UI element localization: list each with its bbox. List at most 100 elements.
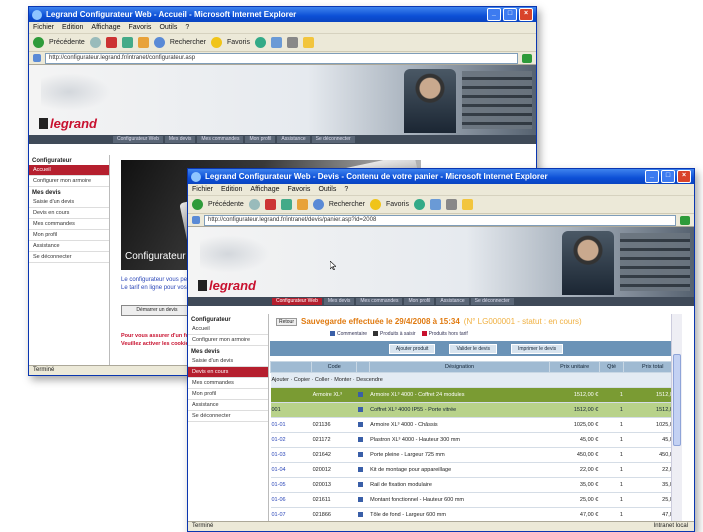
close-button[interactable]: ×: [519, 8, 533, 21]
sidebar-item-commandes[interactable]: Mes commandes: [29, 219, 109, 230]
sidebar-item-assistance[interactable]: Assistance: [29, 241, 109, 252]
nav-tab-logout[interactable]: Se déconnecter: [470, 298, 514, 305]
title-bar[interactable]: Legrand Configurateur Web - Devis - Cont…: [188, 169, 694, 184]
move-up-button[interactable]: Monter: [334, 377, 351, 383]
menu-edit[interactable]: Edition: [221, 186, 242, 193]
vertical-scrollbar[interactable]: [671, 314, 682, 522]
table-row[interactable]: 01-06 021611 Montant fonctionnel - Hauteur…: [270, 492, 682, 508]
menu-favorites[interactable]: Favoris: [287, 186, 310, 193]
mail-icon[interactable]: [270, 37, 282, 48]
nav-tab-commandes[interactable]: Mes commandes: [197, 136, 244, 143]
nav-tab-profil[interactable]: Mon profil: [404, 298, 435, 305]
forward-arrow-icon[interactable]: [248, 199, 260, 210]
row-ref[interactable]: 01-03: [270, 447, 312, 463]
back-arrow-icon[interactable]: [33, 37, 44, 48]
nav-tab-commandes[interactable]: Mes commandes: [356, 298, 403, 305]
nav-tab-assistance[interactable]: Assistance: [436, 298, 469, 305]
table-row[interactable]: 01-03 021642 Porte pleine - Largeur 725 mm…: [270, 447, 682, 463]
add-row-button[interactable]: Ajouter: [272, 377, 289, 383]
search-button[interactable]: Rechercher: [329, 201, 365, 208]
stop-icon[interactable]: [264, 199, 276, 210]
favorites-star-icon[interactable]: [211, 37, 222, 48]
close-button[interactable]: ×: [677, 170, 691, 183]
start-quote-button[interactable]: Démarrer un devis: [121, 305, 193, 316]
nav-tab-devis[interactable]: Mes devis: [164, 136, 196, 143]
search-icon[interactable]: [153, 37, 165, 48]
move-down-button[interactable]: Descendre: [356, 377, 383, 383]
folder-icon[interactable]: [302, 37, 314, 48]
sidebar-item-accueil[interactable]: Accueil: [29, 165, 109, 176]
favorites-star-icon[interactable]: [370, 199, 381, 210]
menu-help[interactable]: ?: [185, 24, 189, 31]
copy-row-button[interactable]: Copier: [294, 377, 310, 383]
folder-icon[interactable]: [461, 199, 473, 210]
row-ref[interactable]: 01-01: [270, 417, 312, 433]
back-button[interactable]: Précédente: [208, 201, 244, 208]
forward-arrow-icon[interactable]: [89, 37, 101, 48]
refresh-icon[interactable]: [121, 37, 133, 48]
row-ref[interactable]: 01-05: [270, 477, 312, 493]
favorites-button[interactable]: Favoris: [386, 201, 409, 208]
go-button[interactable]: [522, 53, 532, 63]
table-row[interactable]: 01-01 021136 Armoire XL³ 4000 - Châssis 102…: [270, 417, 682, 433]
table-row[interactable]: 01-04 020012 Kit de montage pour appareill…: [270, 462, 682, 478]
mail-icon[interactable]: [429, 199, 441, 210]
sidebar-item-profil[interactable]: Mon profil: [29, 230, 109, 241]
return-button[interactable]: Retour: [276, 317, 298, 326]
menu-tools[interactable]: Outils: [318, 186, 336, 193]
row-ref[interactable]: [270, 387, 312, 403]
search-button[interactable]: Rechercher: [170, 39, 206, 46]
menu-file[interactable]: Fichier: [33, 24, 54, 31]
maximize-button[interactable]: □: [503, 8, 517, 21]
history-icon[interactable]: [254, 37, 266, 48]
minimize-button[interactable]: _: [487, 8, 501, 21]
menu-view[interactable]: Affichage: [250, 186, 279, 193]
sidebar-item-encours[interactable]: Devis en cours: [29, 208, 109, 219]
address-input[interactable]: http://configurateur.legrand.fr/intranet…: [204, 214, 676, 226]
menu-file[interactable]: Fichier: [192, 186, 213, 193]
row-ref[interactable]: 01-02: [270, 432, 312, 448]
nav-tab-profil[interactable]: Mon profil: [245, 136, 276, 143]
stop-icon[interactable]: [105, 37, 117, 48]
nav-tab-configurateur[interactable]: Configurateur Web: [272, 298, 322, 305]
favorites-button[interactable]: Favoris: [227, 39, 250, 46]
table-row[interactable]: 001 Coffret XL³ 4000 IP55 - Porte vitrée 1…: [270, 402, 682, 418]
nav-tab-devis[interactable]: Mes devis: [323, 298, 355, 305]
table-row[interactable]: 01-02 021172 Plastron XL³ 4000 - Hauteur 3…: [270, 432, 682, 448]
paste-row-button[interactable]: Coller: [315, 377, 329, 383]
print-icon[interactable]: [445, 199, 457, 210]
refresh-icon[interactable]: [280, 199, 292, 210]
go-button[interactable]: [680, 215, 690, 225]
sidebar-item-saisie[interactable]: Saisie d'un devis: [29, 197, 109, 208]
sidebar-item-commandes[interactable]: Mes commandes: [188, 378, 268, 389]
title-bar[interactable]: Legrand Configurateur Web - Accueil - Mi…: [29, 7, 536, 22]
sidebar-item-encours[interactable]: Devis en cours: [188, 367, 268, 378]
scrollbar-thumb[interactable]: [673, 354, 681, 446]
maximize-button[interactable]: □: [661, 170, 675, 183]
sidebar-item-assistance[interactable]: Assistance: [188, 400, 268, 411]
sidebar-item-accueil[interactable]: Accueil: [188, 324, 268, 335]
row-ref[interactable]: 01-06: [270, 492, 312, 508]
menu-edit[interactable]: Edition: [62, 24, 83, 31]
row-ref[interactable]: 01-04: [270, 462, 312, 478]
search-icon[interactable]: [312, 199, 324, 210]
history-icon[interactable]: [413, 199, 425, 210]
back-button[interactable]: Précédente: [49, 39, 85, 46]
legrand-logo[interactable]: legrand: [198, 278, 256, 293]
validate-quote-button[interactable]: Valider le devis: [449, 343, 497, 354]
menu-help[interactable]: ?: [344, 186, 348, 193]
nav-tab-assistance[interactable]: Assistance: [277, 136, 310, 143]
table-row[interactable]: Armoire XL³ Armoire XL³ 4000 - Coffret 24…: [270, 387, 682, 403]
print-icon[interactable]: [286, 37, 298, 48]
sidebar-item-configurer[interactable]: Configurer mon armoire: [188, 335, 268, 346]
browser-window-front[interactable]: Legrand Configurateur Web - Devis - Cont…: [187, 168, 695, 532]
sidebar-item-logout[interactable]: Se déconnecter: [29, 252, 109, 263]
table-row[interactable]: 01-05 020013 Rail de fixation modulaire 35,…: [270, 477, 682, 493]
minimize-button[interactable]: _: [645, 170, 659, 183]
home-icon[interactable]: [296, 199, 308, 210]
address-input[interactable]: http://configurateur.legrand.fr/intranet…: [45, 52, 518, 64]
sidebar-item-logout[interactable]: Se déconnecter: [188, 411, 268, 422]
nav-tab-logout[interactable]: Se déconnecter: [311, 136, 355, 143]
print-quote-button[interactable]: Imprimer le devis: [511, 343, 564, 354]
menu-tools[interactable]: Outils: [159, 24, 177, 31]
